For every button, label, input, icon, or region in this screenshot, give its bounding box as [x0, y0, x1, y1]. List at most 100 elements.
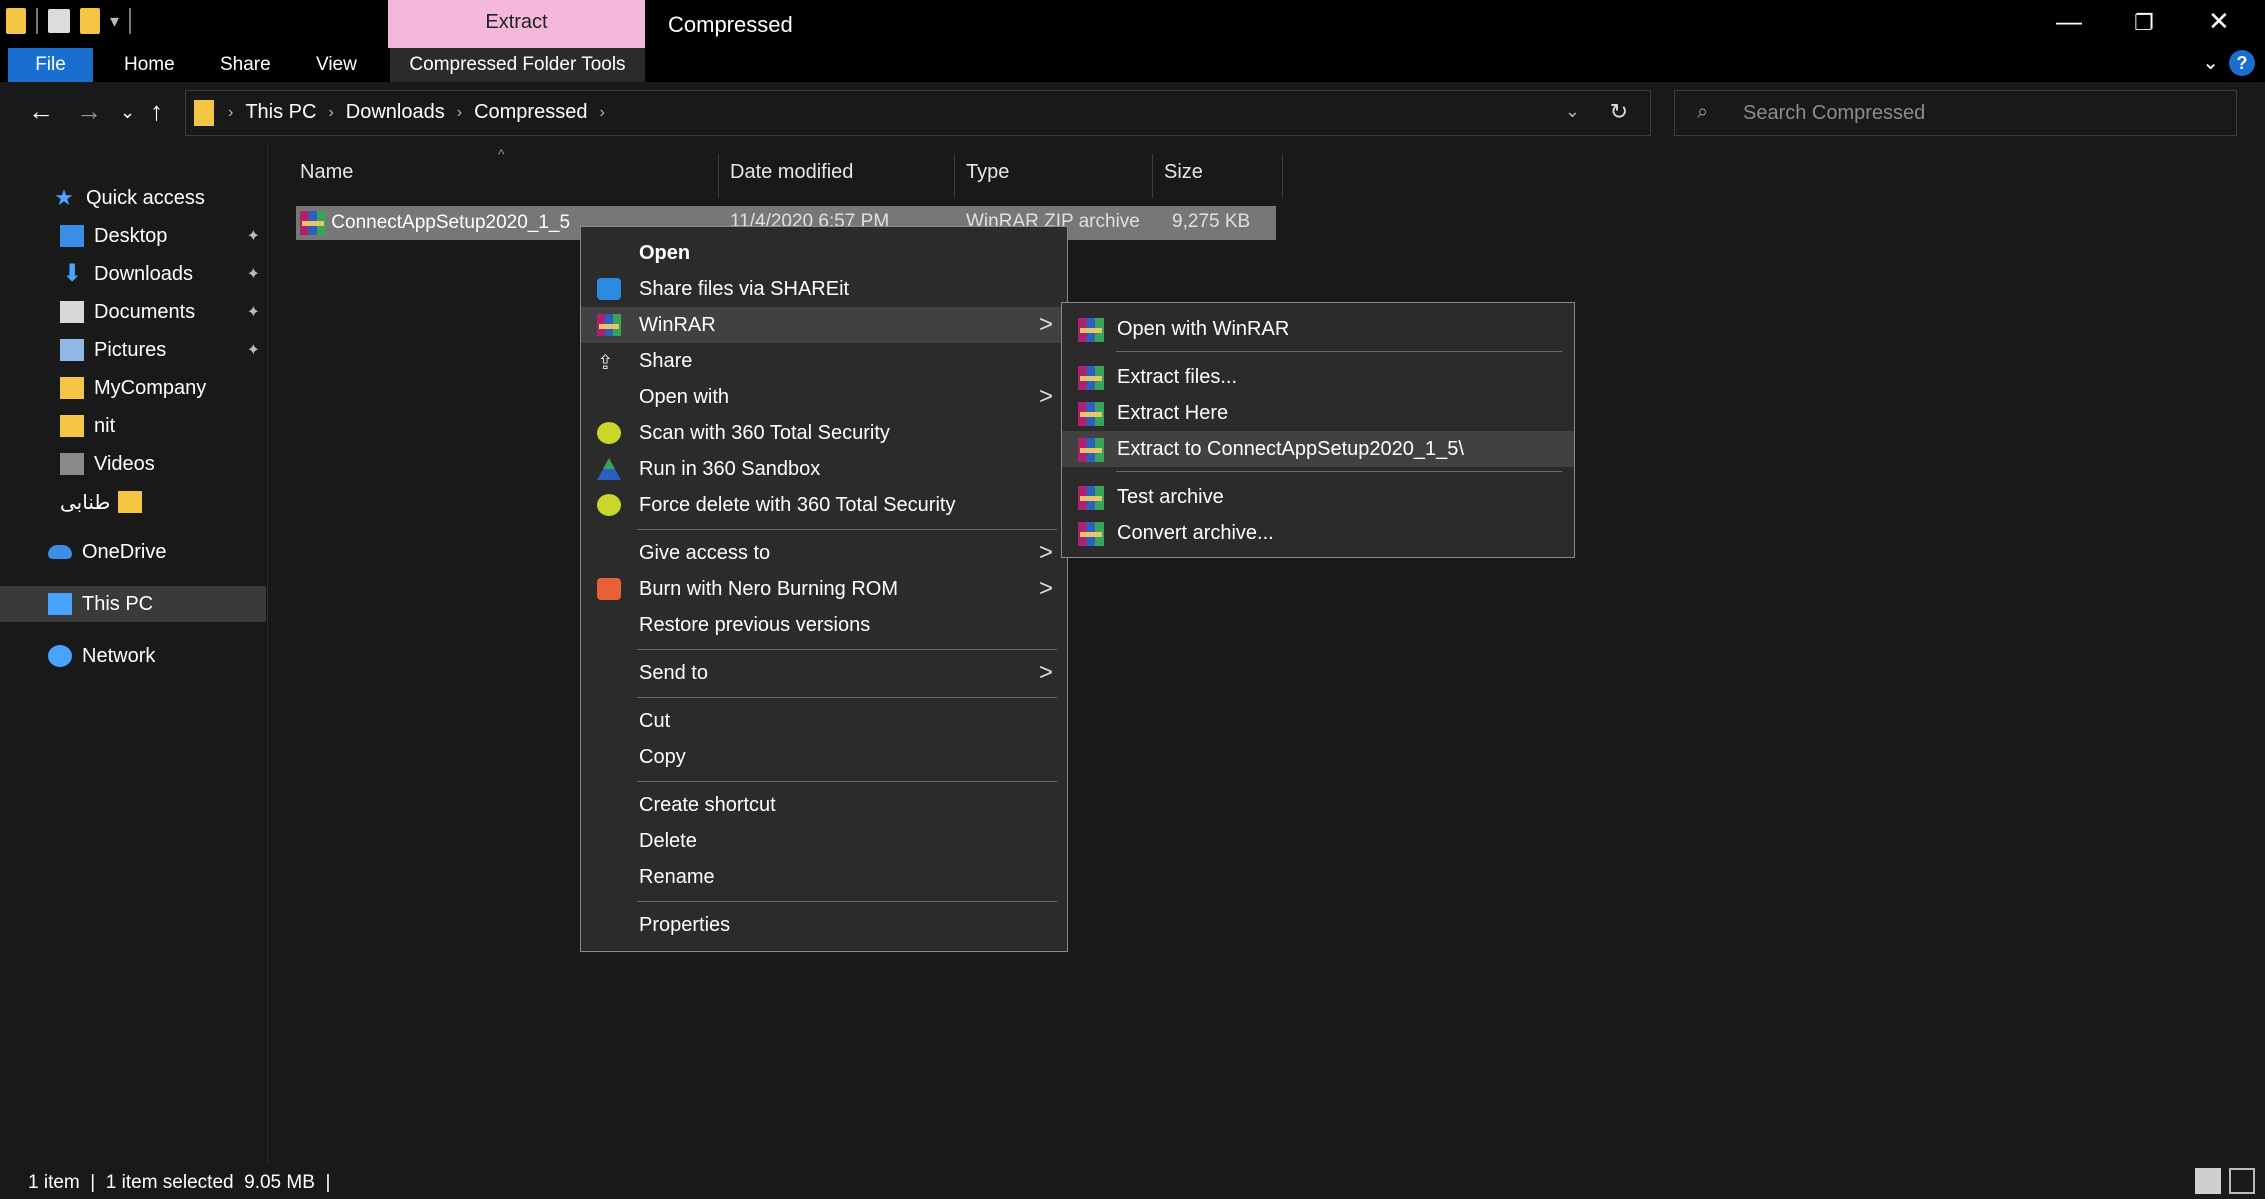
submenu-item-extract-to-folder[interactable]: Extract to ConnectAppSetup2020_1_5\	[1062, 431, 1574, 467]
menu-item-run-sandbox[interactable]: Run in 360 Sandbox	[581, 451, 1067, 487]
sidebar-item-downloads[interactable]: ⬇ Downloads ✦	[0, 256, 266, 292]
submenu-arrow-icon: >	[1038, 539, 1053, 566]
submenu-item-extract-here[interactable]: Extract Here	[1062, 395, 1574, 431]
sidebar-item-this-pc[interactable]: This PC	[0, 586, 266, 622]
help-icon[interactable]: ?	[2229, 50, 2255, 76]
tab-file[interactable]: File	[8, 48, 93, 82]
column-header-size[interactable]: Size	[1164, 154, 1203, 190]
sort-caret-icon: ^	[498, 146, 505, 162]
tab-share[interactable]: Share	[220, 48, 271, 82]
breadcrumb-separator[interactable]: ›	[328, 104, 333, 122]
details-view-icon[interactable]	[2195, 1168, 2221, 1194]
sidebar-item-onedrive[interactable]: OneDrive	[0, 534, 266, 570]
winrar-icon	[597, 314, 621, 336]
menu-item-scan-360[interactable]: Scan with 360 Total Security	[581, 415, 1067, 451]
chevron-down-icon[interactable]: ⌄	[2202, 50, 2219, 75]
column-divider[interactable]	[954, 154, 955, 198]
breadcrumb-downloads[interactable]: Downloads	[346, 101, 445, 124]
sidebar-item-nit[interactable]: nit	[0, 408, 266, 444]
menu-item-winrar[interactable]: WinRAR >	[581, 307, 1067, 343]
menu-item-properties[interactable]: Properties	[581, 907, 1067, 943]
download-icon: ⬇	[61, 260, 83, 287]
breadcrumb-separator[interactable]: ›	[457, 104, 462, 122]
column-divider[interactable]	[1152, 154, 1153, 198]
sidebar-item-pictures[interactable]: Pictures ✦	[0, 332, 266, 368]
pin-icon[interactable]: ✦	[247, 226, 260, 246]
minimize-button[interactable]: —	[2056, 6, 2082, 37]
menu-item-give-access[interactable]: Give access to >	[581, 535, 1067, 571]
network-icon	[48, 645, 72, 667]
pin-icon[interactable]: ✦	[247, 340, 260, 360]
menu-item-share[interactable]: ⇪ Share	[581, 343, 1067, 379]
menu-item-label: Copy	[639, 746, 686, 768]
submenu-item-open-with-winrar[interactable]: Open with WinRAR	[1062, 311, 1574, 347]
submenu-item-convert-archive[interactable]: Convert archive...	[1062, 515, 1574, 551]
column-divider[interactable]	[1282, 154, 1283, 198]
menu-item-force-delete-360[interactable]: Force delete with 360 Total Security	[581, 487, 1067, 523]
breadcrumb-compressed[interactable]: Compressed	[474, 101, 587, 124]
refresh-icon[interactable]: ↻	[1610, 99, 1628, 125]
status-text: 1 item | 1 item selected 9.05 MB |	[28, 1172, 331, 1193]
menu-item-open-with[interactable]: Open with >	[581, 379, 1067, 415]
menu-item-create-shortcut[interactable]: Create shortcut	[581, 787, 1067, 823]
column-divider[interactable]	[718, 154, 719, 198]
pin-icon[interactable]: ✦	[247, 302, 260, 322]
restore-button[interactable]: ❐	[2134, 10, 2154, 36]
breadcrumb-separator[interactable]: ›	[599, 104, 604, 122]
menu-divider	[637, 781, 1057, 782]
menu-item-restore-versions[interactable]: Restore previous versions	[581, 607, 1067, 643]
menu-item-label: Open with WinRAR	[1117, 318, 1290, 340]
search-input[interactable]: ⌕ Search Compressed	[1674, 90, 2237, 136]
column-header-name[interactable]: Name	[300, 154, 353, 190]
breadcrumb-this-pc[interactable]: This PC	[245, 101, 316, 124]
sidebar-item-folder-persian[interactable]: طنابی	[0, 484, 266, 520]
sidebar-item-label: Downloads	[94, 262, 193, 285]
menu-divider	[637, 901, 1057, 902]
sidebar-item-desktop[interactable]: Desktop ✦	[0, 218, 266, 254]
menu-item-cut[interactable]: Cut	[581, 703, 1067, 739]
address-bar[interactable]: › This PC › Downloads › Compressed › ⌄ ↻	[185, 90, 1651, 136]
close-button[interactable]: ✕	[2208, 6, 2230, 37]
column-header-type[interactable]: Type	[966, 154, 1009, 190]
sidebar-item-videos[interactable]: Videos	[0, 446, 266, 482]
back-button[interactable]: ←	[28, 96, 54, 127]
sidebar-item-quick-access[interactable]: ★ Quick access	[0, 180, 266, 216]
winrar-icon	[1078, 486, 1104, 510]
customize-toolbar-icon[interactable]: ▾	[110, 11, 119, 32]
winrar-icon	[1078, 522, 1104, 546]
menu-item-label: Send to	[639, 662, 708, 684]
menu-item-label: Cut	[639, 710, 671, 732]
menu-item-label: WinRAR	[639, 314, 716, 336]
new-folder-icon[interactable]	[80, 8, 100, 34]
sidebar-item-documents[interactable]: Documents ✦	[0, 294, 266, 330]
submenu-arrow-icon: >	[1038, 383, 1053, 410]
menu-item-copy[interactable]: Copy	[581, 739, 1067, 775]
menu-item-burn-nero[interactable]: Burn with Nero Burning ROM >	[581, 571, 1067, 607]
breadcrumb-separator[interactable]: ›	[228, 104, 233, 122]
menu-item-delete[interactable]: Delete	[581, 823, 1067, 859]
forward-button[interactable]: →	[76, 96, 102, 127]
ribbon-tabs: File Home Share View Compressed Folder T…	[0, 48, 2265, 82]
properties-icon[interactable]	[48, 9, 70, 33]
address-row: ← → ⌄ ↑ › This PC › Downloads › Compress…	[0, 82, 2265, 144]
tab-compressed-folder-tools[interactable]: Compressed Folder Tools	[390, 48, 645, 82]
menu-item-send-to[interactable]: Send to >	[581, 655, 1067, 691]
pin-icon[interactable]: ✦	[247, 264, 260, 284]
menu-item-open[interactable]: Open	[581, 235, 1067, 271]
folder-icon[interactable]	[6, 8, 26, 34]
search-icon: ⌕	[1697, 101, 1709, 123]
submenu-item-extract-files[interactable]: Extract files...	[1062, 359, 1574, 395]
address-dropdown-icon[interactable]: ⌄	[1565, 101, 1580, 122]
recent-locations-button[interactable]: ⌄	[120, 102, 135, 123]
tab-view[interactable]: View	[316, 48, 357, 82]
folder-icon	[194, 100, 214, 126]
menu-item-rename[interactable]: Rename	[581, 859, 1067, 895]
large-icons-view-icon[interactable]	[2229, 1168, 2255, 1194]
tab-home[interactable]: Home	[124, 48, 175, 82]
submenu-item-test-archive[interactable]: Test archive	[1062, 479, 1574, 515]
column-header-date-modified[interactable]: Date modified	[730, 154, 853, 190]
menu-item-share-shareit[interactable]: Share files via SHAREit	[581, 271, 1067, 307]
up-button[interactable]: ↑	[150, 96, 163, 127]
sidebar-item-mycompany[interactable]: MyCompany	[0, 370, 266, 406]
sidebar-item-network[interactable]: Network	[0, 638, 266, 674]
